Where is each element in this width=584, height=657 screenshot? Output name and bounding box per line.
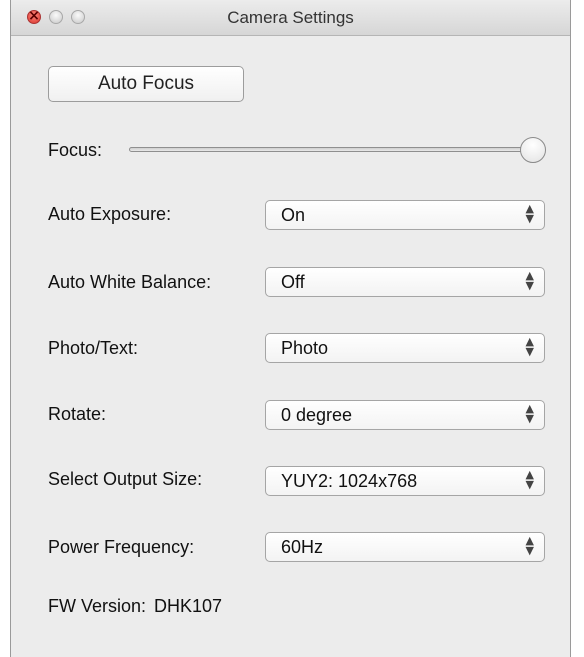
auto-focus-button[interactable]: Auto Focus [48,66,244,102]
auto-exposure-label: Auto Exposure: [48,204,172,224]
up-down-chevron-icon: ▲ ▼ [525,269,534,292]
focus-slider-track[interactable] [129,147,534,152]
photo-text-value: Photo [281,338,329,358]
rotate-value: 0 degree [281,405,353,425]
fw-version-label: FW Version: [48,596,147,616]
up-down-chevron-icon: ▲ ▼ [525,468,534,491]
output-size-select[interactable]: YUY2: 1024x768 ▲ ▼ [265,466,545,496]
output-size-label: Select Output Size: [48,469,203,489]
auto-exposure-value: On [281,205,306,225]
power-frequency-value: 60Hz [281,537,324,557]
power-frequency-label: Power Frequency: [48,537,195,557]
rotate-select[interactable]: 0 degree ▲ ▼ [265,400,545,430]
rotate-label: Rotate: [48,404,107,424]
auto-white-balance-select[interactable]: Off ▲ ▼ [265,267,545,297]
power-frequency-select[interactable]: 60Hz ▲ ▼ [265,532,545,562]
fw-version-value: DHK107 [154,596,223,616]
auto-white-balance-value: Off [281,272,305,292]
output-size-value: YUY2: 1024x768 [281,471,418,491]
focus-slider-knob[interactable] [520,137,546,163]
auto-exposure-select[interactable]: On ▲ ▼ [265,200,545,230]
photo-text-label: Photo/Text: [48,338,139,358]
up-down-chevron-icon: ▲ ▼ [525,402,534,425]
focus-label: Focus: [48,140,103,160]
auto-white-balance-label: Auto White Balance: [48,272,212,292]
camera-settings-window: Camera Settings Auto Focus Focus: Auto E… [10,0,571,657]
up-down-chevron-icon: ▲ ▼ [525,534,534,557]
up-down-chevron-icon: ▲ ▼ [525,335,534,358]
window-title: Camera Settings [227,8,354,27]
photo-text-select[interactable]: Photo ▲ ▼ [265,333,545,363]
title-bar: Camera Settings [11,0,570,36]
up-down-chevron-icon: ▲ ▼ [525,202,534,225]
